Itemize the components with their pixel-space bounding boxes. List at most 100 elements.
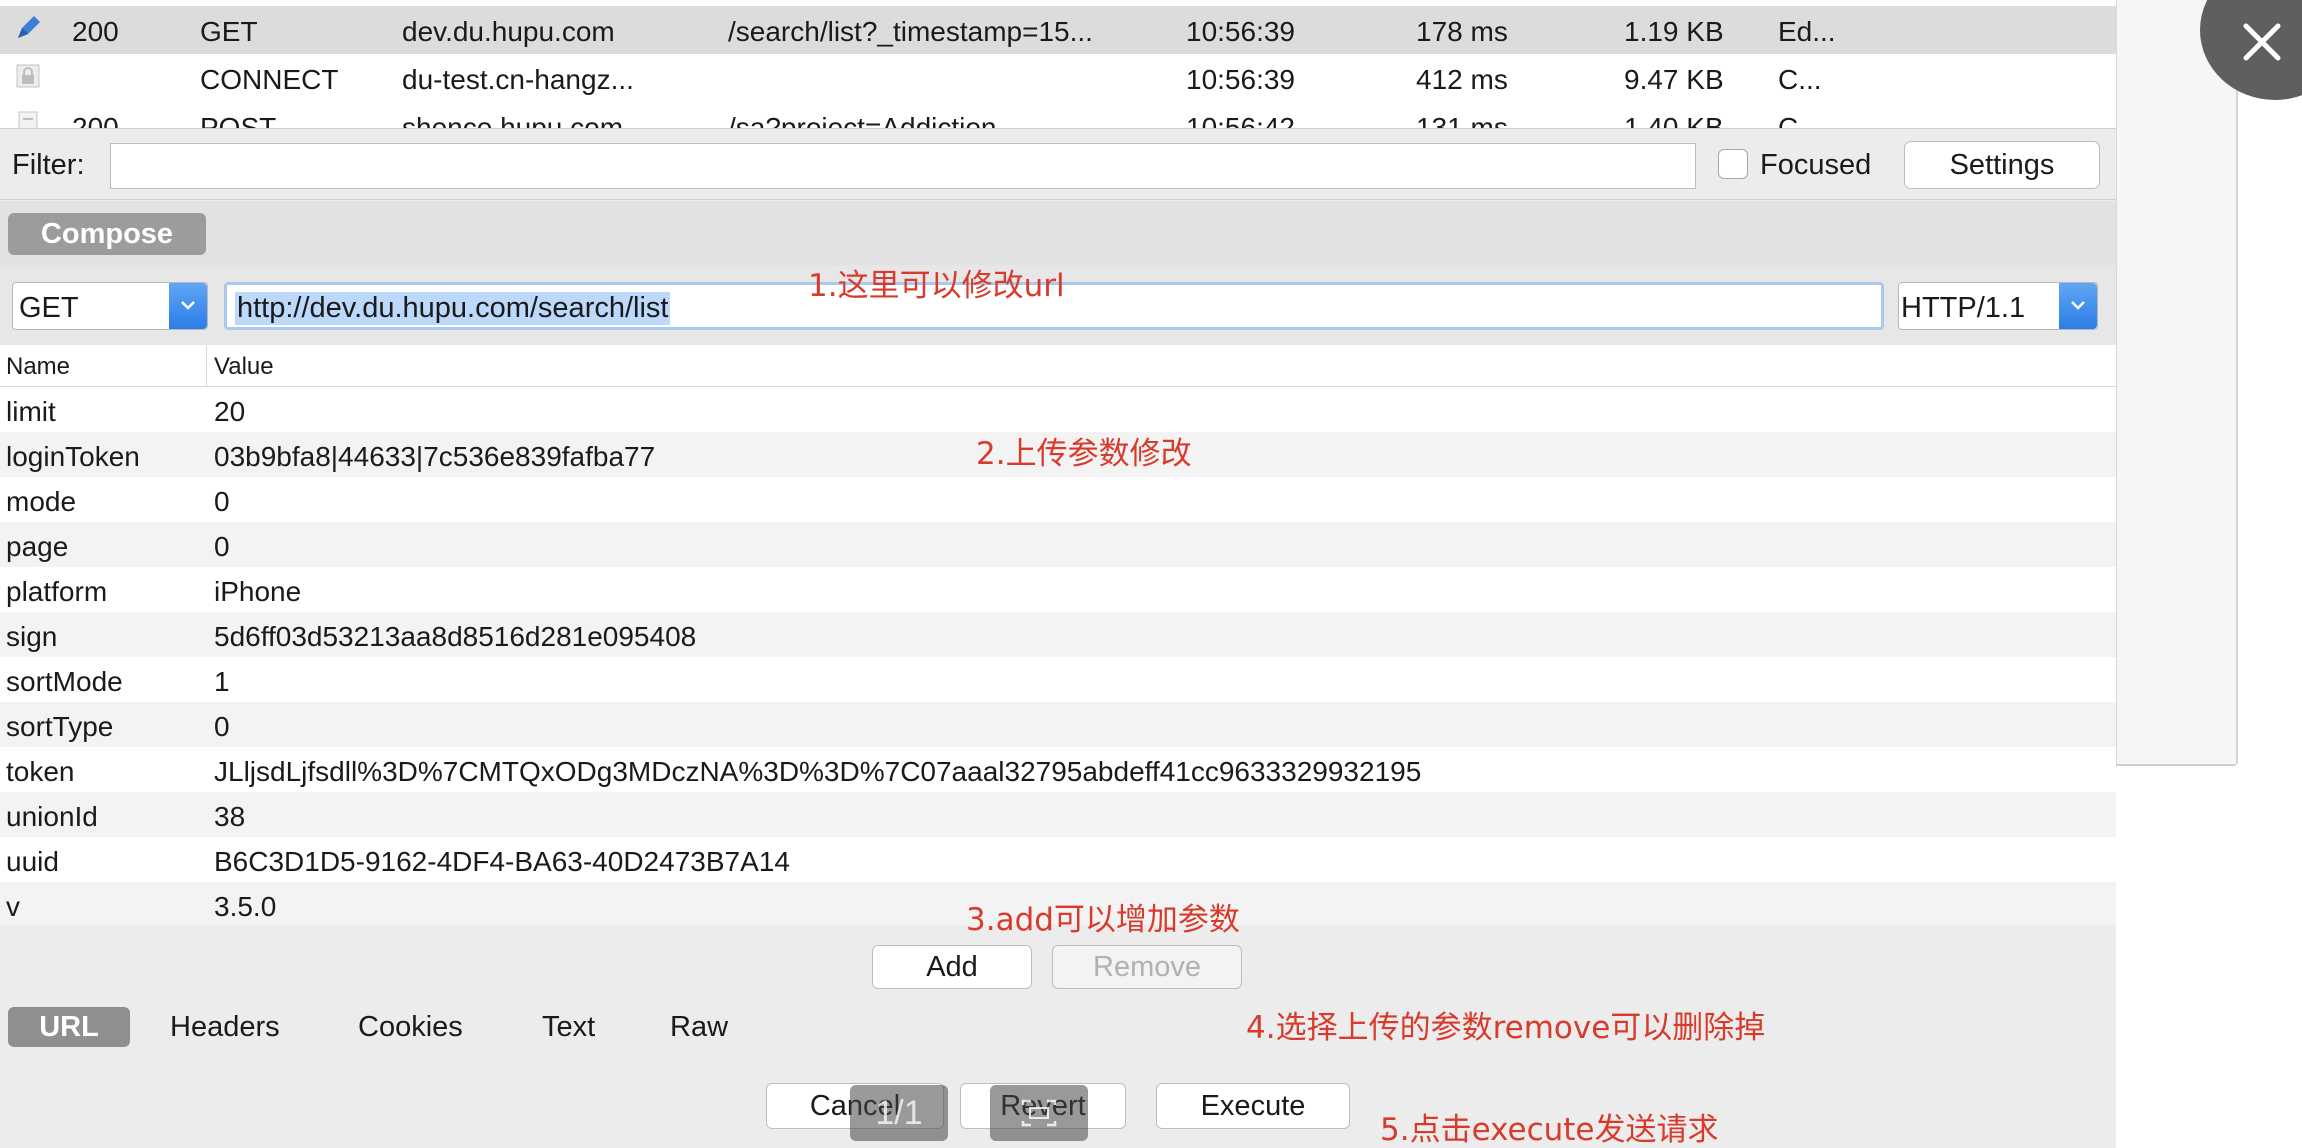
- column-header-value[interactable]: Value: [214, 353, 274, 381]
- session-time: 10:56:39: [1186, 16, 1295, 47]
- edit-icon: [18, 16, 40, 38]
- settings-button[interactable]: Settings: [1904, 141, 2100, 189]
- param-name: page: [6, 531, 69, 562]
- params-header: Name Value: [0, 345, 2116, 387]
- method-value: GET: [19, 292, 79, 324]
- compose-tab[interactable]: Compose: [8, 213, 206, 255]
- focused-checkbox[interactable]: [1718, 149, 1748, 179]
- session-path: /sa?project=Addiction: [728, 112, 997, 128]
- page-indicator: 1/1: [850, 1085, 948, 1141]
- annotation-2: 2.上传参数修改: [976, 436, 1192, 472]
- param-row[interactable]: unionId 38: [0, 792, 2116, 837]
- param-name: unionId: [6, 801, 98, 832]
- lock-icon: [16, 64, 40, 88]
- subtab-bar: URL Headers Cookies Text Raw: [0, 997, 2116, 1057]
- session-duration: 178 ms: [1416, 16, 1508, 47]
- param-value: iPhone: [214, 576, 302, 607]
- param-name: v: [6, 891, 20, 922]
- param-name: mode: [6, 486, 77, 517]
- param-row[interactable]: page 0: [0, 522, 2116, 567]
- tab-cookies[interactable]: Cookies: [358, 1007, 463, 1047]
- param-value: 3.5.0: [214, 891, 277, 922]
- filter-input[interactable]: [110, 143, 1696, 189]
- param-value: B6C3D1D5-9162-4DF4-BA63-40D2473B7A14: [214, 846, 790, 877]
- document-icon: [18, 111, 38, 128]
- param-name: sortType: [6, 711, 114, 742]
- annotation-3: 3.add可以增加参数: [966, 902, 1240, 938]
- session-client: C...: [1778, 64, 1822, 95]
- annotation-4: 4.选择上传的参数remove可以删除掉: [1246, 1010, 1766, 1046]
- param-value: 0: [214, 486, 230, 517]
- session-time: 10:56:42: [1186, 112, 1295, 128]
- dropdown-button[interactable]: [169, 283, 207, 329]
- param-name: loginToken: [6, 441, 140, 472]
- session-time: 10:56:39: [1186, 64, 1295, 95]
- method-select[interactable]: GET: [12, 282, 208, 330]
- remove-button[interactable]: Remove: [1052, 945, 1242, 989]
- param-row[interactable]: limit 20: [0, 387, 2116, 432]
- param-row[interactable]: sortType 0: [0, 702, 2116, 747]
- scrollbar[interactable]: [2236, 0, 2238, 764]
- session-list: 200 GET dev.du.hupu.com /search/list?_ti…: [0, 0, 2116, 128]
- dropdown-button[interactable]: [2059, 283, 2097, 329]
- session-row[interactable]: CONNECT du-test.cn-hangz... 10:56:39 412…: [0, 54, 2116, 102]
- session-duration: 131 ms: [1416, 112, 1508, 128]
- param-name: token: [6, 756, 75, 787]
- session-client: C...: [1778, 112, 1822, 128]
- tab-raw[interactable]: Raw: [670, 1007, 728, 1047]
- session-duration: 412 ms: [1416, 64, 1508, 95]
- right-panel-strip: [2116, 0, 2236, 764]
- compose-bar: Compose: [0, 201, 2116, 265]
- session-host: du-test.cn-hangz...: [402, 64, 634, 95]
- session-method: POST: [200, 112, 277, 128]
- param-value: 0: [214, 531, 230, 562]
- param-value: 03b9bfa8|44633|7c536e839fafba77: [214, 441, 656, 472]
- session-method: CONNECT: [200, 64, 339, 95]
- protocol-select[interactable]: HTTP/1.1: [1898, 282, 2098, 330]
- session-method: GET: [200, 16, 258, 47]
- add-button[interactable]: Add: [872, 945, 1032, 989]
- session-host: shence.hupu.com: [402, 112, 624, 128]
- session-row[interactable]: 200 GET dev.du.hupu.com /search/list?_ti…: [0, 6, 2116, 54]
- session-status: 200: [72, 112, 119, 128]
- execute-button[interactable]: Execute: [1156, 1083, 1350, 1129]
- session-size: 1.19 KB: [1624, 16, 1724, 47]
- param-row[interactable]: mode 0: [0, 477, 2116, 522]
- fit-screen-icon: [1021, 1099, 1057, 1127]
- tab-headers[interactable]: Headers: [170, 1007, 280, 1047]
- tab-url[interactable]: URL: [8, 1007, 130, 1047]
- divider: [2116, 764, 2236, 766]
- param-value: 20: [214, 396, 246, 427]
- filter-label: Filter:: [12, 149, 85, 181]
- fit-screen-button[interactable]: [990, 1085, 1088, 1141]
- param-name: uuid: [6, 846, 59, 877]
- annotation-5: 5.点击execute发送请求: [1380, 1112, 1719, 1148]
- session-row[interactable]: 200 POST shence.hupu.com /sa?project=Add…: [0, 102, 2116, 128]
- param-value: 38: [214, 801, 246, 832]
- param-row[interactable]: platform iPhone: [0, 567, 2116, 612]
- tab-text[interactable]: Text: [542, 1007, 595, 1047]
- column-header-name[interactable]: Name: [6, 353, 70, 381]
- param-row[interactable]: sign 5d6ff03d53213aa8d8516d281e095408: [0, 612, 2116, 657]
- param-row[interactable]: sortMode 1: [0, 657, 2116, 702]
- param-value: JLljsdLjfsdll%3D%7CMTQxODg3MDczNA%3D%3D%…: [214, 756, 1422, 787]
- session-status: 200: [72, 16, 119, 47]
- param-name: limit: [6, 396, 56, 427]
- param-value: 5d6ff03d53213aa8d8516d281e095408: [214, 621, 697, 652]
- close-icon: [2243, 23, 2281, 61]
- param-value: 1: [214, 666, 230, 697]
- chevron-down-icon: [2071, 301, 2085, 310]
- param-row[interactable]: uuid B6C3D1D5-9162-4DF4-BA63-40D2473B7A1…: [0, 837, 2116, 882]
- column-divider[interactable]: [206, 345, 207, 387]
- protocol-value: HTTP/1.1: [1901, 292, 2026, 324]
- session-path: /search/list?_timestamp=15...: [728, 16, 1093, 47]
- param-name: sortMode: [6, 666, 123, 697]
- chevron-down-icon: [181, 301, 195, 310]
- session-host: dev.du.hupu.com: [402, 16, 615, 47]
- param-row[interactable]: token JLljsdLjfsdll%3D%7CMTQxODg3MDczNA%…: [0, 747, 2116, 792]
- param-value: 0: [214, 711, 230, 742]
- action-bar: Cancel Revert Execute 1/1: [0, 1057, 2116, 1148]
- session-size: 1.40 KB: [1624, 112, 1724, 128]
- annotation-1: 1.这里可以修改url: [808, 268, 1065, 304]
- session-client: Ed...: [1778, 16, 1836, 47]
